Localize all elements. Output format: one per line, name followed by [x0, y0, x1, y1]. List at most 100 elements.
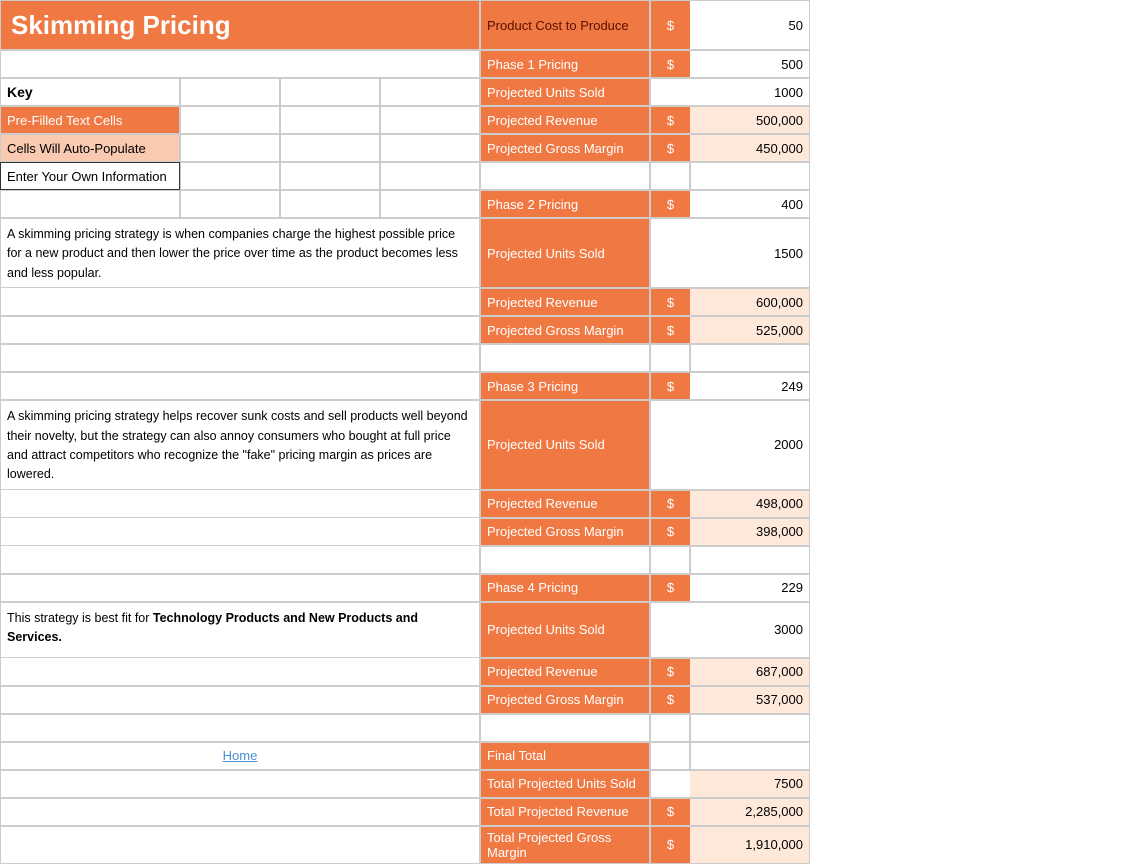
home-link[interactable]: Home [0, 742, 480, 770]
phase2-revenue-value: 600,000 [690, 288, 810, 316]
empty-d2c3-5 [480, 546, 650, 574]
description1: A skimming pricing strategy is when comp… [0, 218, 480, 288]
total-margin-label: Total Projected Gross Margin [480, 826, 650, 864]
final-total-empty2 [690, 742, 810, 770]
phase4-margin-value: 537,000 [690, 686, 810, 714]
empty-ap-4 [380, 134, 480, 162]
empty-r7-1 [0, 190, 180, 218]
empty-r7-4 [380, 190, 480, 218]
desc2-cont3 [0, 546, 480, 574]
phase3-units-dollar-empty [650, 400, 690, 490]
phase3-margin-dollar: $ [650, 518, 690, 546]
total-units-dollar-empty [650, 770, 690, 798]
empty-sep1-7 [690, 344, 810, 372]
phase3-units-value[interactable]: 2000 [690, 400, 810, 490]
empty-sep1-6 [650, 344, 690, 372]
phase4-units-label: Projected Units Sold [480, 602, 650, 658]
empty-phase-gap2 [650, 162, 690, 190]
description2: A skimming pricing strategy helps recove… [0, 400, 480, 490]
empty-eo-3 [280, 162, 380, 190]
empty-eo-2 [180, 162, 280, 190]
phase4-revenue-label: Projected Revenue [480, 658, 650, 686]
product-cost-value[interactable]: 50 [690, 0, 810, 50]
phase2-units-label: Projected Units Sold [480, 218, 650, 288]
description3-text: This strategy is best fit for Technology… [7, 609, 473, 648]
phase3-label: Phase 3 Pricing [480, 372, 650, 400]
empty-phase-gap3 [690, 162, 810, 190]
empty-pf-2 [180, 106, 280, 134]
desc3-cont1 [0, 658, 480, 686]
page-title: Skimming Pricing [0, 0, 480, 50]
desc2-cont2 [0, 518, 480, 546]
phase3-revenue-value: 498,000 [690, 490, 810, 518]
desc1-cont1 [0, 288, 480, 316]
phase2-margin-label: Projected Gross Margin [480, 316, 650, 344]
phase2-value[interactable]: 400 [690, 190, 810, 218]
phase1-revenue-value: 500,000 [690, 106, 810, 134]
description3-wrapper: This strategy is best fit for Technology… [0, 602, 480, 658]
phase2-dollar: $ [650, 190, 690, 218]
total-units-label: Total Projected Units Sold [480, 770, 650, 798]
empty-p3-left [0, 372, 480, 400]
phase4-units-value[interactable]: 3000 [690, 602, 810, 658]
empty-sep2-7 [690, 714, 810, 742]
phase2-margin-value: 525,000 [690, 316, 810, 344]
phase3-value[interactable]: 249 [690, 372, 810, 400]
empty-p4-left [0, 574, 480, 602]
phase3-margin-value: 398,000 [690, 518, 810, 546]
total-units-value: 7500 [690, 770, 810, 798]
empty-key-3 [280, 78, 380, 106]
phase1-margin-dollar: $ [650, 134, 690, 162]
empty-row2 [0, 50, 480, 78]
phase3-revenue-label: Projected Revenue [480, 490, 650, 518]
empty-ap-3 [280, 134, 380, 162]
empty-totmargin-left [0, 826, 480, 864]
enter-own-label[interactable]: Enter Your Own Information [0, 162, 180, 190]
empty-phase-gap1 [480, 162, 650, 190]
empty-sep2-6 [650, 714, 690, 742]
empty-sep2 [0, 714, 480, 742]
empty-totrev-left [0, 798, 480, 826]
phase3-units-label: Projected Units Sold [480, 400, 650, 490]
autopopulate-label: Cells Will Auto-Populate [0, 134, 180, 162]
total-margin-value: 1,910,000 [690, 826, 810, 864]
empty-key-2 [180, 78, 280, 106]
phase4-label: Phase 4 Pricing [480, 574, 650, 602]
phase2-units-value[interactable]: 1500 [690, 218, 810, 288]
product-cost-label: Product Cost to Produce [480, 0, 650, 50]
phase4-units-dollar-empty [650, 602, 690, 658]
phase3-dollar: $ [650, 372, 690, 400]
empty-r7-2 [180, 190, 280, 218]
phase3-margin-label: Projected Gross Margin [480, 518, 650, 546]
key-title: Key [0, 78, 180, 106]
phase1-revenue-dollar: $ [650, 106, 690, 134]
product-cost-dollar: $ [650, 0, 690, 50]
total-revenue-label: Total Projected Revenue [480, 798, 650, 826]
phase4-margin-label: Projected Gross Margin [480, 686, 650, 714]
empty-key-4 [380, 78, 480, 106]
phase1-revenue-label: Projected Revenue [480, 106, 650, 134]
phase2-label: Phase 2 Pricing [480, 190, 650, 218]
phase2-units-dollar-empty [650, 218, 690, 288]
empty-totals-left [0, 770, 480, 798]
empty-p4margin-left [0, 686, 480, 714]
phase2-revenue-label: Projected Revenue [480, 288, 650, 316]
phase2-margin-dollar: $ [650, 316, 690, 344]
phase4-value[interactable]: 229 [690, 574, 810, 602]
phase4-margin-dollar: $ [650, 686, 690, 714]
empty-eo-4 [380, 162, 480, 190]
phase3-revenue-dollar: $ [650, 490, 690, 518]
phase1-units-dollar-empty [650, 78, 690, 106]
phase1-value[interactable]: 500 [690, 50, 810, 78]
prefilled-label: Pre-Filled Text Cells [0, 106, 180, 134]
final-total-empty1 [650, 742, 690, 770]
final-total-label: Final Total [480, 742, 650, 770]
total-revenue-value: 2,285,000 [690, 798, 810, 826]
empty-d2c3-7 [690, 546, 810, 574]
phase1-margin-label: Projected Gross Margin [480, 134, 650, 162]
phase4-revenue-value: 687,000 [690, 658, 810, 686]
empty-sep2-5 [480, 714, 650, 742]
phase1-units-value[interactable]: 1000 [690, 78, 810, 106]
phase1-dollar: $ [650, 50, 690, 78]
phase1-label: Phase 1 Pricing [480, 50, 650, 78]
